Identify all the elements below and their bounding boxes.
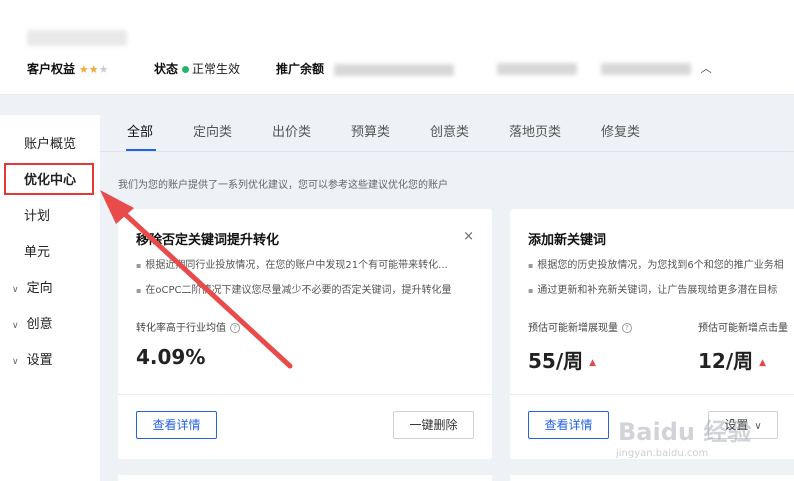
sidebar-item-plan[interactable]: 计划 [24, 205, 50, 224]
view-details-button[interactable]: 查看详情 [528, 411, 609, 439]
promotion-balance-label: 推广余额 [276, 62, 325, 76]
metric-value: 12/周 ▲ [698, 345, 766, 374]
card-placeholder [118, 475, 492, 481]
delete-all-button[interactable]: 一键删除 [393, 411, 474, 439]
trend-up-icon: ▲ [759, 357, 767, 368]
sidebar-item-unit[interactable]: 单元 [24, 241, 50, 260]
sidebar-item-creative[interactable]: ∨ 创意 [12, 313, 53, 332]
card-title: 添加新关键词 [528, 233, 607, 248]
redacted-field: ︿ [497, 60, 712, 76]
redacted-value [600, 62, 691, 75]
tab-repair[interactable]: 修复类 [601, 121, 640, 140]
status-value: 正常生效 [192, 62, 241, 76]
card-bullet: 在oCPC二阶情况下建议您尽量减少不必要的否定关键词，提升转化量 [136, 281, 451, 296]
status-label: 状态 [154, 62, 179, 76]
metric-value: 4.09% [136, 345, 206, 369]
sidebar-item-settings[interactable]: ∨ 设置 [12, 349, 53, 368]
promotion-balance: 推广余额 [276, 60, 454, 77]
metric-label-text: 预估可能新增展现量 [528, 323, 618, 334]
redacted-value [497, 62, 577, 75]
tab-bidding[interactable]: 出价类 [272, 121, 311, 140]
account-name-redacted [27, 30, 127, 46]
metric-label: 转化率高于行业均值? [136, 319, 240, 334]
tab-creative[interactable]: 创意类 [430, 121, 469, 140]
tab-budget[interactable]: 预算类 [351, 121, 390, 140]
tab-targeting[interactable]: 定向类 [193, 121, 232, 140]
star-empty-icon: ★ [98, 63, 109, 76]
sidebar-nav: 账户概览 优化中心 计划 单元 ∨ 定向 ∨ 创意 ∨ 设置 [0, 115, 100, 481]
card-bullet: 通过更新和补充新关键词，让广告展现给更多潜在目标 [528, 281, 777, 296]
tabs-divider [100, 151, 794, 152]
metric-value: 55/周 ▲ [528, 345, 596, 374]
card-divider [118, 394, 492, 395]
metric-value-text: 12/周 [698, 349, 754, 373]
redacted-value [333, 63, 454, 76]
card-placeholder [510, 475, 794, 481]
metric-label: 预估可能新增展现量? [528, 319, 632, 334]
account-status: 状态 正常生效 [154, 60, 240, 77]
status-dot-icon [182, 65, 190, 73]
chevron-down-icon: ∨ [12, 285, 19, 295]
chevron-down-icon: ∨ [12, 357, 19, 367]
watermark-url: jingyan.baidu.com [616, 448, 709, 459]
card-bullet: 根据您的历史投放情况，为您找到6个和您的推广业务相 [528, 256, 783, 271]
category-tabs: 全部 定向类 出价类 预算类 创意类 落地页类 修复类 [100, 115, 794, 151]
sidebar-item-optimization-center[interactable]: 优化中心 [24, 169, 76, 188]
customer-rights-label: 客户权益 [27, 62, 76, 76]
sidebar-item-label: 创意 [26, 317, 53, 332]
tab-all[interactable]: 全部 [127, 121, 153, 140]
watermark-brand: Baidu 经验 [618, 418, 752, 446]
sidebar-item-targeting[interactable]: ∨ 定向 [12, 277, 53, 296]
suggestion-card-remove-negative-keywords: 移除否定关键词提升转化 × 根据近期同行业投放情况，在您的账户中发现21个有可能… [118, 209, 492, 459]
sidebar-item-label: 设置 [26, 353, 53, 368]
close-icon[interactable]: × [463, 229, 474, 244]
sidebar-item-account-overview[interactable]: 账户概览 [24, 133, 76, 152]
sidebar-item-label: 定向 [26, 281, 53, 296]
star-icon: ★ [78, 63, 89, 76]
baidu-watermark: Baidu 经验 jingyan.baidu.com [608, 408, 788, 468]
trend-up-icon: ▲ [589, 357, 597, 368]
account-header: 客户权益 ★★★ 状态 正常生效 推广余额 ︿ [0, 0, 794, 95]
metric-label-text: 转化率高于行业均值 [136, 323, 226, 334]
help-icon[interactable]: ? [230, 323, 240, 333]
card-bullet: 根据近期同行业投放情况，在您的账户中发现21个有可能带来转化... [136, 256, 447, 271]
chevron-up-icon[interactable]: ︿ [701, 62, 712, 75]
help-icon[interactable]: ? [622, 323, 632, 333]
intro-text: 我们为您的账户提供了一系列优化建议，您可以参考这些建议优化您的账户 [118, 180, 448, 191]
chevron-down-icon: ∨ [12, 321, 19, 331]
metric-label: 预估可能新增点击量 [698, 323, 788, 334]
card-divider [510, 394, 794, 395]
customer-rights: 客户权益 ★★★ [27, 60, 108, 77]
star-icon: ★ [88, 63, 99, 76]
tab-landing-page[interactable]: 落地页类 [509, 121, 561, 140]
metric-value-text: 55/周 [528, 349, 584, 373]
view-details-button[interactable]: 查看详情 [136, 411, 217, 439]
card-title: 移除否定关键词提升转化 [136, 233, 280, 248]
